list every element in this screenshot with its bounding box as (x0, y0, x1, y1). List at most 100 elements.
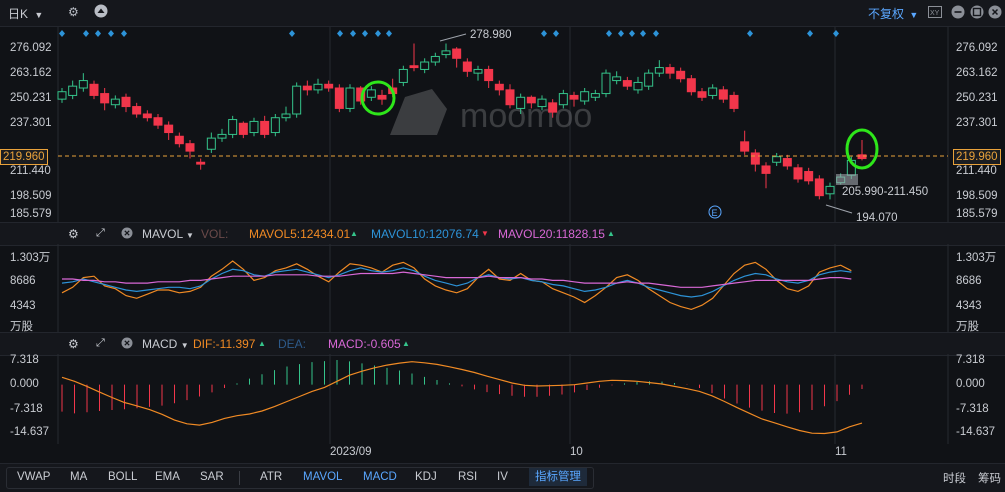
candle-body (249, 120, 259, 134)
candle-body (761, 165, 771, 174)
dif-value: DIF:-11.397 (193, 337, 256, 351)
gear-icon[interactable]: ⚙ (68, 337, 79, 351)
macd-tick: -14.637 (10, 426, 50, 438)
session-button[interactable]: 时段 (943, 470, 966, 486)
event-diamond-icon (95, 30, 101, 37)
candle-body (228, 119, 238, 135)
period-selector[interactable]: 日K ▼ (8, 5, 43, 22)
minimize-icon[interactable] (951, 5, 965, 22)
indicator-tabs: VWAP MA BOLL EMA SAR ATR MAVOL MACD KDJ … (6, 467, 594, 489)
tab-rsi[interactable]: RSI (458, 471, 477, 483)
event-diamond-icon (747, 30, 753, 37)
candle-body (57, 91, 67, 100)
close-icon[interactable] (121, 337, 133, 352)
x-tick: 10 (570, 446, 583, 458)
candle-body (217, 133, 227, 139)
close-icon[interactable] (121, 227, 133, 242)
price-tick: 185.579 (10, 208, 52, 220)
expand-icon[interactable]: ⤢ (96, 227, 105, 240)
x-tick: 11 (835, 446, 847, 458)
ratio-icon[interactable]: XY (928, 6, 942, 22)
candle-body (260, 120, 270, 135)
macd-tick: -7.318 (956, 403, 989, 415)
candle-body (142, 113, 152, 119)
vol-indicator-selector[interactable]: MAVOL ▼ (142, 227, 194, 241)
price-tick: 276.092 (956, 42, 998, 54)
candle-body (665, 67, 675, 74)
tab-ema[interactable]: EMA (155, 471, 180, 483)
vol-tick: 1.303万 (10, 252, 51, 264)
tab-mavol[interactable]: MAVOL (303, 471, 342, 483)
candle-body (281, 113, 291, 119)
candle-body (132, 106, 142, 115)
dropdown-icon: ▼ (186, 231, 194, 240)
candle-body (420, 61, 430, 70)
event-diamond-icon (807, 30, 813, 37)
up-triangle-icon: ▲ (402, 339, 410, 348)
mavol5-value: MAVOL5:12434.01 (249, 227, 351, 241)
macd-tick: -14.637 (956, 426, 996, 438)
chips-button[interactable]: 筹码 (978, 470, 1001, 486)
event-diamond-icon (629, 30, 635, 37)
mavol20-value: MAVOL20:11828.15 (498, 227, 605, 241)
period-label: 日K (8, 7, 29, 21)
vol-tick: 1.303万 (956, 252, 997, 264)
adjust-selector[interactable]: 不复权 ▼ (868, 5, 918, 22)
restore-icon[interactable] (970, 5, 984, 22)
tab-atr[interactable]: ATR (260, 471, 282, 483)
macd-indicator-selector[interactable]: MACD ▼ (142, 337, 189, 351)
price-tick: 198.509 (10, 190, 52, 202)
candlestick-chart[interactable]: moomoo 278.980 194.070 205.990-211.450 E (0, 27, 1005, 222)
high-annotation: 278.980 (439, 29, 512, 42)
gear-icon[interactable]: ⚙ (68, 227, 79, 241)
macd-tick: 0.000 (956, 378, 985, 390)
macd-chart (57, 354, 949, 444)
tab-iv[interactable]: IV (497, 471, 508, 483)
macd-panel-header: ⚙ ⤢ MACD ▼ DIF:-11.397 ▲ DEA: MACD:-0.60… (0, 332, 1005, 356)
watermark-text: moomoo (460, 97, 592, 135)
price-tick: 185.579 (956, 208, 998, 220)
candle-body (676, 70, 686, 80)
vol-tick: 4343 (956, 300, 982, 312)
candle-body (612, 76, 622, 82)
event-diamond-icon (606, 30, 612, 37)
close-icon[interactable] (988, 5, 1002, 22)
tab-ma[interactable]: MA (70, 471, 87, 483)
up-arrow-icon[interactable] (94, 4, 108, 21)
expand-icon[interactable]: ⤢ (96, 337, 105, 350)
low-label: 194.070 (856, 212, 898, 222)
tab-vwap[interactable]: VWAP (17, 471, 50, 483)
macd-value: MACD:-0.605 (328, 337, 401, 351)
up-triangle-icon: ▲ (350, 229, 358, 238)
candle-body (558, 93, 568, 106)
mavol-line-mavol5 (61, 260, 852, 311)
candle-body (516, 96, 526, 109)
vol-indicator-name: MAVOL (142, 227, 183, 241)
candle-body (398, 68, 408, 83)
event-marker[interactable]: E (708, 205, 722, 219)
candle-body (782, 158, 792, 167)
tab-kdj[interactable]: KDJ (415, 471, 437, 483)
range-label: 205.990-211.450 (842, 186, 928, 198)
svg-text:XY: XY (930, 10, 940, 17)
event-diamond-icon (289, 30, 295, 37)
dif-line (61, 361, 863, 435)
event-diamond-icon (640, 30, 646, 37)
event-diamond-icon (653, 30, 659, 37)
candle-body (238, 122, 248, 135)
tab-sar[interactable]: SAR (200, 471, 224, 483)
event-diamond-icon (553, 30, 559, 37)
candle-body (68, 85, 78, 96)
event-marker-label: E (712, 208, 718, 218)
tab-boll[interactable]: BOLL (108, 471, 137, 483)
candle-body (633, 81, 643, 91)
gear-icon[interactable]: ⚙ (68, 5, 79, 19)
vol-tick: 8686 (10, 275, 36, 287)
candle-body (729, 94, 739, 109)
macd-tick: -7.318 (10, 403, 43, 415)
candle-body (452, 48, 462, 59)
tab-macd[interactable]: MACD (363, 471, 397, 483)
indicator-manage-button[interactable]: 指标管理 (529, 468, 587, 486)
candle-body (89, 83, 99, 96)
price-tick: 237.301 (956, 117, 998, 129)
